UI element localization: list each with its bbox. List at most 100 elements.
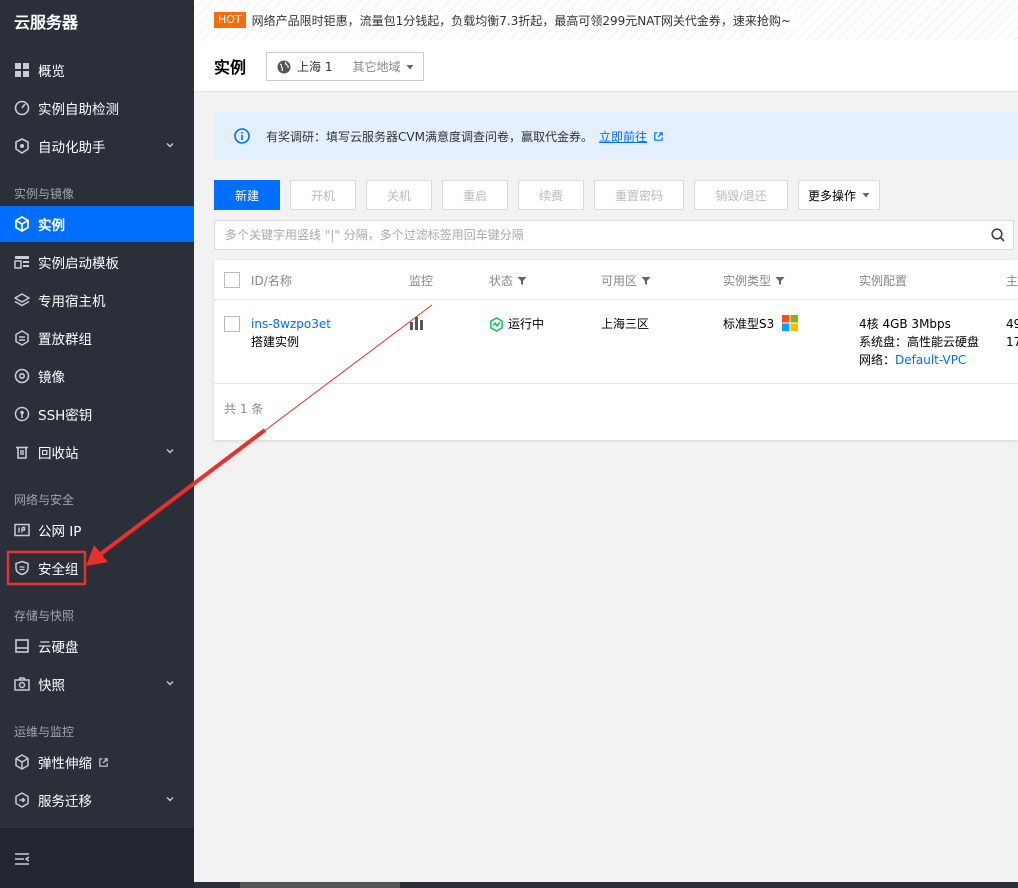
sidebar-item-snapshot[interactable]: 快照 [0,666,194,702]
horizontal-scrollbar[interactable] [194,882,1018,888]
sidebar-item-image[interactable]: 镜像 [0,358,194,394]
sidebar: 云服务器 概览 实例自助检测 自动化助手 实例与镜像 实例 实例启动模板 专用宿… [0,0,194,888]
disc-icon [14,368,30,384]
col-extra: 主 [1006,274,1018,288]
running-status-icon [490,316,503,332]
page-header: 实例 上海 1 其它地域 [194,40,1018,92]
restart-button[interactable]: 重启 [442,180,508,210]
config-disk: 系统盘：高性能云硬盘 [859,335,980,349]
col-status[interactable]: 状态 [489,272,527,289]
sidebar-group-storage: 存储与快照 [14,609,75,623]
filter-icon[interactable] [775,276,785,286]
external-link-icon [99,757,108,767]
hexagon-icon [14,330,30,346]
more-actions-button[interactable]: 更多操作 [798,180,880,210]
sidebar-item-label: 快照 [38,678,65,694]
scrollbar-thumb[interactable] [240,882,400,888]
collapse-menu-icon[interactable] [14,851,30,867]
col-type-label: 实例类型 [723,274,772,288]
notice-text: 有奖调研：填写云服务器CVM满意度调查问卷，赢取代金券。 [266,129,593,144]
sidebar-item-instances[interactable]: 实例 [0,206,194,242]
sidebar-item-label: 云硬盘 [38,640,79,656]
sidebar-item-placement-group[interactable]: 置放群组 [0,320,194,356]
sidebar-item-label: 概览 [38,64,65,80]
sidebar-item-security-group[interactable]: 安全组 [0,550,194,586]
sidebar-item-label: 实例自助检测 [38,102,119,118]
sidebar-group-instances: 实例与镜像 [14,187,75,201]
sidebar-footer [0,828,194,888]
instance-type: 标准型S3 [723,317,775,331]
col-status-label: 状态 [489,274,514,288]
promo-banner[interactable]: HOT 网络产品限时钜惠，流量包1分钱起，负载均衡7.3折起，最高可领299元N… [194,0,1018,40]
sidebar-group-network: 网络与安全 [14,493,75,507]
external-link-icon[interactable] [653,131,664,142]
config-spec: 4核 4GB 3Mbps [859,317,951,331]
sidebar-item-label: 自动化助手 [38,140,106,156]
type-cell: 标准型S3 [723,315,799,333]
chevron-down-icon [166,449,174,454]
key-icon [14,406,30,422]
new-button[interactable]: 新建 [214,180,280,210]
migrate-icon [14,792,30,808]
start-button[interactable]: 开机 [290,180,356,210]
sidebar-item-label: 公网 IP [38,524,82,540]
filter-icon[interactable] [641,276,651,286]
sidebar-item-self-check[interactable]: 实例自助检测 [0,90,194,126]
layers-icon [14,292,30,308]
sidebar-item-label: 服务迁移 [38,794,92,810]
sidebar-item-dedicated-host[interactable]: 专用宿主机 [0,282,194,318]
disk-icon [14,638,30,654]
config-network: 网络：Default-VPC [859,351,979,369]
col-type[interactable]: 实例类型 [723,272,785,289]
col-zone-label: 可用区 [601,274,638,288]
robot-icon [14,138,30,154]
instance-table: ID/名称 监控 状态 可用区 实例类型 实例配置 主 ins-8wzpo3et… [214,260,1018,440]
trash-icon [14,444,30,460]
sidebar-item-label: SSH密钥 [38,408,93,424]
col-id-name: ID/名称 [251,274,292,288]
filter-icon[interactable] [517,276,527,286]
instance-id-cell: ins-8wzpo3et 搭建实例 [251,315,331,351]
stop-button[interactable]: 关机 [366,180,432,210]
sidebar-item-label: 置放群组 [38,332,92,348]
sidebar-item-automation[interactable]: 自动化助手 [0,128,194,164]
reset-password-button[interactable]: 重置密码 [594,180,684,210]
renew-button[interactable]: 续费 [518,180,584,210]
region-selector[interactable]: 上海 1 其它地域 [266,52,424,81]
sidebar-item-cloud-disk[interactable]: 云硬盘 [0,628,194,664]
ip-icon [14,522,30,538]
notice-link[interactable]: 立即前往 [599,128,647,145]
sidebar-item-public-ip[interactable]: 公网 IP [0,512,194,548]
hot-badge: HOT [214,12,246,28]
vpc-link[interactable]: Default-VPC [895,353,966,367]
other-region: 其它地域 [352,60,401,74]
globe-icon [277,60,291,73]
terminate-button[interactable]: 销毁/退还 [694,180,788,210]
sidebar-item-overview[interactable]: 概览 [0,52,194,88]
page-title: 实例 [214,58,247,77]
col-zone[interactable]: 可用区 [601,272,651,289]
row-checkbox[interactable] [224,316,240,332]
sidebar-item-launch-template[interactable]: 实例启动模板 [0,244,194,280]
sidebar-item-migration[interactable]: 服务迁移 [0,782,194,818]
instance-id-link[interactable]: ins-8wzpo3et [251,315,331,333]
camera-icon [14,676,30,692]
caret-down-icon [862,193,870,198]
select-all-checkbox[interactable] [224,272,240,288]
search-input[interactable] [215,221,975,249]
chevron-down-icon [166,143,174,148]
sidebar-item-recycle-bin[interactable]: 回收站 [0,434,194,470]
search-box [214,220,1014,250]
search-icon[interactable] [991,228,1005,242]
survey-notice: 有奖调研：填写云服务器CVM满意度调查问卷，赢取代金券。 立即前往 [214,112,1018,160]
sidebar-item-auto-scaling[interactable]: 弹性伸缩 [0,744,194,780]
info-icon [234,128,250,144]
promo-text[interactable]: 网络产品限时钜惠，流量包1分钱起，负载均衡7.3折起，最高可领299元NAT网关… [251,11,795,29]
sidebar-item-label: 实例启动模板 [38,256,119,272]
bar-chart-icon[interactable] [409,316,425,330]
sidebar-item-ssh-key[interactable]: SSH密钥 [0,396,194,432]
cube-icon [14,216,30,232]
sidebar-brand: 云服务器 [14,13,79,32]
current-region: 上海 1 [297,60,333,74]
caret-down-icon [406,64,414,69]
